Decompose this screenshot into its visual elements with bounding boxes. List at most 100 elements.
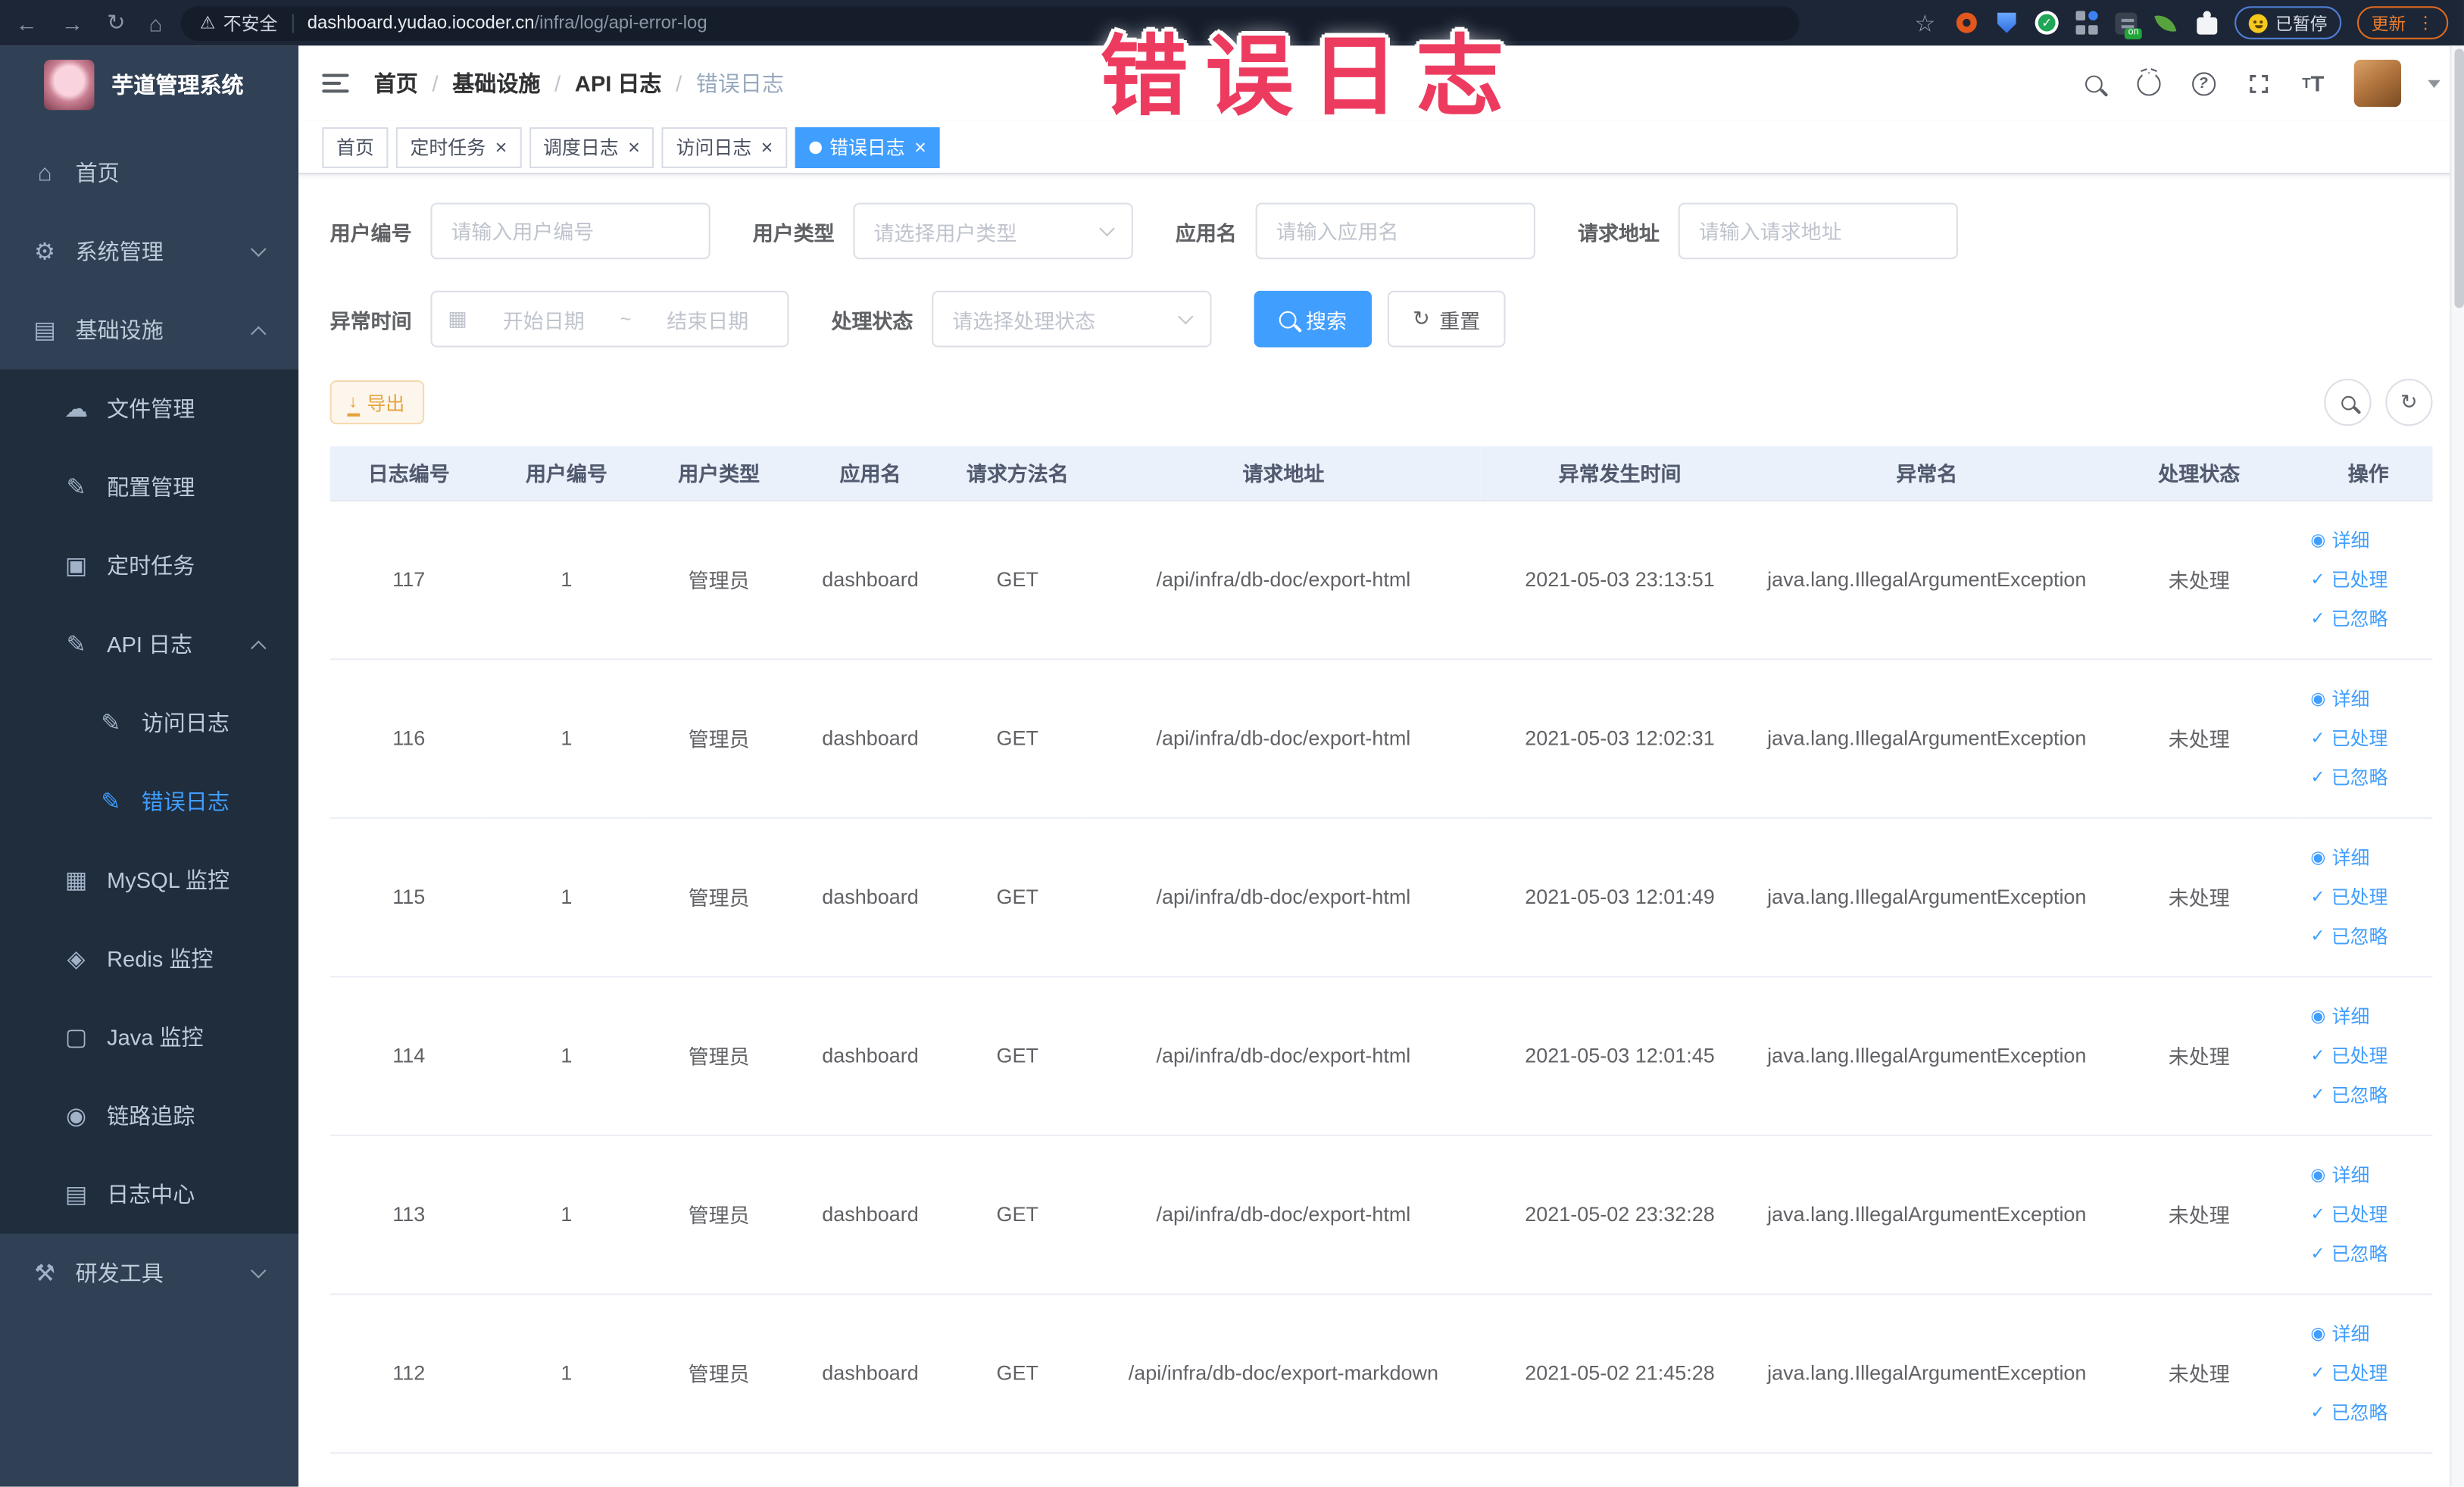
row-action-已忽略[interactable]: ✓ 已忽略 [2310,1392,2432,1432]
row-action-label: 已处理 [2331,1045,2388,1067]
close-icon[interactable]: × [495,136,507,157]
close-icon[interactable]: × [914,136,926,157]
sidebar-item-系统管理[interactable]: ⚙ 系统管理 [0,212,298,291]
sidebar-item-Redis 监控[interactable]: ◈ Redis 监控 [0,919,299,998]
search-button[interactable]: 搜索 [1254,290,1373,348]
close-icon[interactable]: × [628,136,640,157]
row-action-详细[interactable]: ◉ 详细 [2310,1314,2432,1353]
sidebar-item-Java 监控[interactable]: ▢ Java 监控 [0,998,299,1077]
sidebar-item-首页[interactable]: ⌂ 首页 [0,133,298,212]
sidebar-item-访问日志[interactable]: ✎ 访问日志 [0,683,299,763]
browser-reload-icon[interactable]: ↻ [107,9,125,36]
sidebar-item-文件管理[interactable]: ☁ 文件管理 [0,369,299,448]
sidebar-item-研发工具[interactable]: ⚒ 研发工具 [0,1234,298,1313]
sidebar-item-API 日志[interactable]: ✎ API 日志 [0,604,299,684]
row-action-已忽略[interactable]: ✓ 已忽略 [2310,758,2432,797]
hamburger-icon[interactable] [322,69,349,97]
app-logo[interactable]: 芋道管理系统 [0,45,298,124]
java-monitor-icon: ▢ [64,1024,88,1051]
user-type-select[interactable]: 请选择用户类型 [853,202,1133,260]
sidebar-item-链路追踪[interactable]: ◉ 链路追踪 [0,1076,299,1155]
cell-id: 114 [329,976,488,1136]
sidebar-item-错误日志[interactable]: ✎ 错误日志 [0,762,299,841]
bookmark-star-icon[interactable]: ☆ [1913,10,1938,36]
cell-url: /api/infra/db-doc/export-html [1086,817,1480,977]
browser-forward-icon[interactable]: → [61,10,83,35]
check-icon: ✓ [2310,729,2325,748]
row-action-label: 详细 [2331,1164,2370,1187]
cell-app: dashboard [792,976,948,1136]
extension-v-icon[interactable]: ✓ [2035,11,2059,35]
row-action-详细[interactable]: ◉ 详细 [2310,996,2432,1036]
font-size-icon[interactable]: TT [2299,69,2327,97]
exception-time-range-picker[interactable]: ▦ 开始日期 ~ 结束日期 [430,290,789,348]
row-action-已处理[interactable]: ✓ 已处理 [2310,718,2432,758]
scrollbar-thumb[interactable] [2453,48,2463,308]
sidebar-item-基础设施[interactable]: ▤ 基础设施 [0,291,298,370]
tab-调度日志[interactable]: 调度日志 × [529,127,654,167]
row-action-已处理[interactable]: ✓ 已处理 [2310,560,2432,599]
cell-time: 2021-05-03 12:02:31 [1479,658,1760,818]
breadcrumb-item[interactable]: API 日志 [575,67,662,98]
page-scrollbar[interactable] [2450,45,2464,1487]
breadcrumb-item[interactable]: 首页 [374,67,418,98]
sidebar-item-MySQL 监控[interactable]: ▦ MySQL 监控 [0,840,299,920]
sidebar-item-配置管理[interactable]: ✎ 配置管理 [0,448,299,526]
request-url-input[interactable] [1678,202,1959,260]
avatar-caret-down-icon[interactable] [2428,79,2441,88]
header-search-icon[interactable] [2079,69,2107,97]
sidebar-item-label: 链路追踪 [107,1103,195,1129]
breadcrumb-item[interactable]: 基础设施 [452,67,540,98]
browser-home-icon[interactable]: ⌂ [149,10,163,35]
row-action-已处理[interactable]: ✓ 已处理 [2310,1036,2432,1075]
row-action-详细[interactable]: ◉ 详细 [2310,1155,2432,1195]
row-action-label: 详细 [2331,1323,2370,1345]
extension-shield-icon[interactable] [1994,10,2019,35]
check-icon: ✓ [2310,1403,2325,1423]
row-action-已处理[interactable]: ✓ 已处理 [2310,877,2432,917]
export-button[interactable]: ↓ 导出 [329,380,424,425]
browser-back-icon[interactable]: ← [16,10,38,35]
check-icon: ✓ [2310,609,2325,629]
row-action-已处理[interactable]: ✓ 已处理 [2310,1195,2432,1234]
github-icon[interactable] [2134,69,2162,97]
row-action-详细[interactable]: ◉ 详细 [2310,838,2432,877]
user-id-label: 用户编号 [329,220,412,245]
cell-url: /api/infra/db-doc/export-html [1086,499,1480,660]
fullscreen-icon[interactable] [2244,69,2272,97]
user-id-input[interactable] [430,202,710,260]
row-action-已忽略[interactable]: ✓ 已忽略 [2310,598,2432,638]
app-name-input[interactable] [1255,202,1535,260]
extension-grid-icon[interactable] [2074,10,2099,35]
extension-leaf-icon[interactable] [2153,10,2178,35]
browser-update-button[interactable]: 更新 ⋮ [2356,6,2449,39]
tab-错误日志[interactable]: 错误日志 × [795,127,941,167]
sidebar-item-定时任务[interactable]: ▣ 定时任务 [0,526,299,605]
row-action-详细[interactable]: ◉ 详细 [2310,520,2432,560]
tab-首页[interactable]: 首页 [322,127,389,167]
tab-定时任务[interactable]: 定时任务 × [395,127,521,167]
search-icon [2341,395,2355,410]
extensions-puzzle-icon[interactable] [2194,10,2219,35]
row-action-详细[interactable]: ◉ 详细 [2310,679,2432,718]
address-bar[interactable]: ⚠ 不安全 dashboard.yudao.iocoder.cn /infra/… [181,5,1800,40]
row-action-已忽略[interactable]: ✓ 已忽略 [2310,916,2432,955]
close-icon[interactable]: × [761,136,773,157]
help-icon[interactable]: ? [2189,69,2217,97]
browser-menu-icon[interactable]: ⋮ [2417,13,2434,33]
search-toggle-button[interactable] [2324,378,2372,426]
process-status-select[interactable]: 请选择处理状态 [932,290,1212,348]
row-action-已忽略[interactable]: ✓ 已忽略 [2310,1075,2432,1114]
sidebar-item-日志中心[interactable]: ▤ 日志中心 [0,1154,299,1234]
avatar[interactable] [2353,59,2401,108]
reset-button[interactable]: ↻ 重置 [1387,290,1506,348]
extension-on-icon[interactable] [2115,11,2142,39]
extension-orange-icon[interactable] [1953,10,1978,35]
profile-paused-badge[interactable]: 已暂停 [2234,6,2342,39]
refresh-button[interactable]: ↻ [2385,378,2433,426]
tab-访问日志[interactable]: 访问日志 × [661,127,788,167]
row-action-已忽略[interactable]: ✓ 已忽略 [2310,1234,2432,1273]
sidebar-item-label: 首页 [75,160,120,186]
row-action-已处理[interactable]: ✓ 已处理 [2310,1353,2432,1392]
breadcrumb-separator: / [554,70,561,96]
